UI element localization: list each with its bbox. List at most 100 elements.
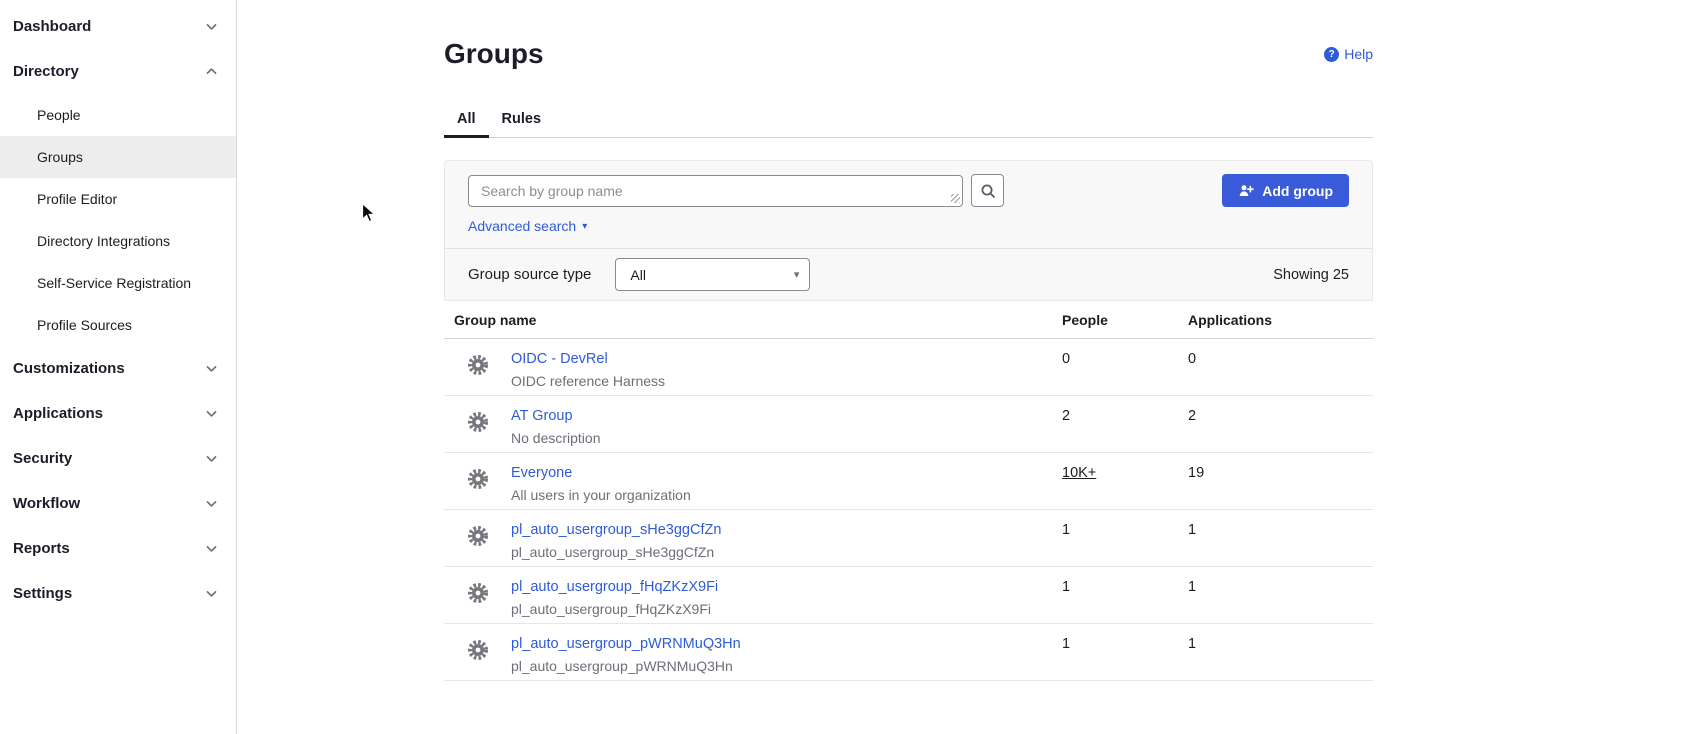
applications-count: 0 — [1188, 339, 1373, 395]
sidebar-item-label: Applications — [13, 405, 103, 422]
group-name-link[interactable]: Everyone — [511, 463, 691, 483]
column-header-people[interactable]: People — [1062, 312, 1188, 328]
advanced-search-label: Advanced search — [468, 218, 576, 234]
group-icon — [466, 467, 490, 509]
group-name-link[interactable]: AT Group — [511, 406, 601, 426]
sidebar-item-workflow[interactable]: Workflow — [0, 481, 236, 526]
chevron-down-icon — [205, 542, 218, 555]
chevron-down-icon — [205, 407, 218, 420]
group-description: pl_auto_usergroup_fHqZKzX9Fi — [511, 599, 718, 619]
group-icon — [466, 353, 490, 395]
sidebar-item-label: Security — [13, 450, 72, 467]
group-icon — [466, 581, 490, 623]
add-group-button[interactable]: Add group — [1222, 174, 1349, 207]
caret-down-icon: ▾ — [582, 221, 587, 232]
filter-panel: Advanced search ▾ Add group Group source… — [444, 160, 1373, 301]
sidebar-item-label: Settings — [13, 585, 72, 602]
group-description: OIDC reference Harness — [511, 371, 665, 391]
table-row: OIDC - DevRel OIDC reference Harness 0 0 — [444, 339, 1373, 396]
select-value: All — [630, 267, 646, 283]
people-count-link[interactable]: 10K+ — [1062, 465, 1096, 481]
showing-count: Showing 25 — [1273, 267, 1349, 283]
column-header-group-name[interactable]: Group name — [444, 312, 1062, 328]
people-count: 1 — [1062, 510, 1188, 566]
search-input[interactable] — [468, 175, 963, 207]
column-header-applications[interactable]: Applications — [1188, 312, 1373, 328]
sidebar-item-settings[interactable]: Settings — [0, 571, 236, 616]
tab-all[interactable]: All — [444, 100, 489, 137]
table-row: pl_auto_usergroup_pWRNMuQ3Hn pl_auto_use… — [444, 624, 1373, 681]
page-title: Groups — [444, 36, 544, 72]
tab-bar: All Rules — [444, 100, 1373, 138]
main-content: Groups ? Help All Rules — [237, 0, 1687, 734]
sidebar-item-applications[interactable]: Applications — [0, 391, 236, 436]
sidebar-item-directory-integrations[interactable]: Directory Integrations — [0, 220, 236, 262]
table-row: pl_auto_usergroup_sHe3ggCfZn pl_auto_use… — [444, 510, 1373, 567]
tab-label: All — [457, 111, 476, 127]
applications-count: 1 — [1188, 624, 1373, 680]
sidebar-item-label: Reports — [13, 540, 70, 557]
sidebar-item-reports[interactable]: Reports — [0, 526, 236, 571]
table-header: Group name People Applications — [444, 301, 1373, 339]
filter-row: Group source type All ▾ Showing 25 — [445, 249, 1372, 300]
search-row: Advanced search ▾ Add group — [445, 161, 1372, 249]
search-button[interactable] — [971, 174, 1004, 207]
group-name-link[interactable]: pl_auto_usergroup_pWRNMuQ3Hn — [511, 634, 741, 654]
add-person-icon — [1238, 183, 1254, 199]
sidebar-item-directory[interactable]: Directory — [0, 49, 236, 94]
people-count: 1 — [1062, 624, 1188, 680]
applications-count: 1 — [1188, 510, 1373, 566]
group-source-type-select[interactable]: All ▾ — [615, 258, 810, 291]
group-icon — [466, 638, 490, 680]
table-row: AT Group No description 2 2 — [444, 396, 1373, 453]
search-box — [468, 175, 963, 207]
sidebar-subitem-label: Groups — [37, 149, 83, 165]
sidebar-subitem-label: Profile Editor — [37, 191, 117, 207]
group-source-type-label: Group source type — [468, 266, 591, 283]
group-icon — [466, 524, 490, 566]
sidebar-item-self-service-registration[interactable]: Self-Service Registration — [0, 262, 236, 304]
chevron-down-icon — [205, 497, 218, 510]
sidebar-item-security[interactable]: Security — [0, 436, 236, 481]
group-description: pl_auto_usergroup_sHe3ggCfZn — [511, 542, 721, 562]
people-count: 0 — [1062, 339, 1188, 395]
sidebar-item-label: Dashboard — [13, 18, 91, 35]
applications-count: 19 — [1188, 453, 1373, 509]
add-group-label: Add group — [1262, 183, 1333, 199]
table-row: pl_auto_usergroup_fHqZKzX9Fi pl_auto_use… — [444, 567, 1373, 624]
sidebar-item-dashboard[interactable]: Dashboard — [0, 4, 236, 49]
sidebar-item-customizations[interactable]: Customizations — [0, 346, 236, 391]
chevron-down-icon — [205, 20, 218, 33]
sidebar-item-people[interactable]: People — [0, 94, 236, 136]
advanced-search-link[interactable]: Advanced search ▾ — [468, 218, 587, 234]
sidebar-subitem-label: Profile Sources — [37, 317, 132, 333]
page-header: Groups ? Help — [444, 36, 1373, 72]
sidebar: Dashboard Directory People Groups Profil… — [0, 0, 237, 734]
sidebar-item-profile-editor[interactable]: Profile Editor — [0, 178, 236, 220]
sidebar-item-profile-sources[interactable]: Profile Sources — [0, 304, 236, 346]
sidebar-item-label: Directory — [13, 63, 79, 80]
sidebar-item-label: Workflow — [13, 495, 80, 512]
chevron-down-icon — [205, 587, 218, 600]
sidebar-subitem-label: Directory Integrations — [37, 233, 170, 249]
chevron-up-icon — [205, 65, 218, 78]
group-description: pl_auto_usergroup_pWRNMuQ3Hn — [511, 656, 741, 676]
group-icon — [466, 410, 490, 452]
group-description: All users in your organization — [511, 485, 691, 505]
group-name-link[interactable]: pl_auto_usergroup_sHe3ggCfZn — [511, 520, 721, 540]
chevron-down-icon — [205, 362, 218, 375]
caret-down-icon: ▾ — [794, 268, 800, 281]
group-name-link[interactable]: OIDC - DevRel — [511, 349, 665, 369]
group-name-link[interactable]: pl_auto_usergroup_fHqZKzX9Fi — [511, 577, 718, 597]
tab-rules[interactable]: Rules — [489, 100, 555, 137]
sidebar-subitem-label: People — [37, 107, 81, 123]
okta-admin-app: Dashboard Directory People Groups Profil… — [0, 0, 1687, 734]
sidebar-item-groups[interactable]: Groups — [0, 136, 236, 178]
sidebar-item-label: Customizations — [13, 360, 125, 377]
chevron-down-icon — [205, 452, 218, 465]
group-description: No description — [511, 428, 601, 448]
applications-count: 1 — [1188, 567, 1373, 623]
help-link[interactable]: ? Help — [1324, 46, 1373, 62]
table-row: Everyone All users in your organization … — [444, 453, 1373, 510]
applications-count: 2 — [1188, 396, 1373, 452]
